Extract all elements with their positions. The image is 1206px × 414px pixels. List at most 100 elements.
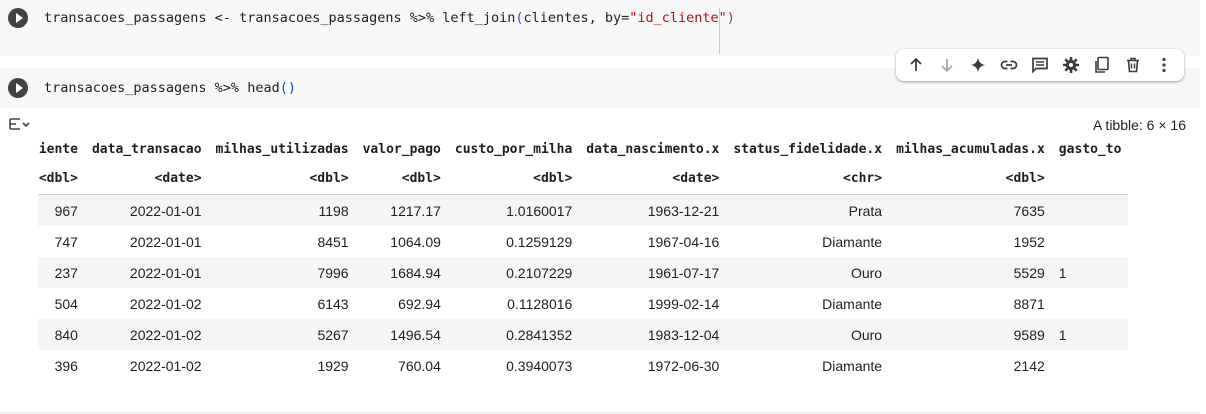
code-line[interactable]: transacoes_passagens <- transacoes_passa…	[44, 10, 735, 26]
table-cell: 5529	[889, 257, 1052, 288]
table-cell: 6143	[317, 295, 349, 312]
move-up-button[interactable]	[900, 49, 931, 81]
table-cell: 396	[54, 357, 78, 374]
tibble-table: liente data_transacao milhas_utilizadas …	[38, 136, 1129, 381]
table-cell: 8451	[317, 233, 349, 250]
play-icon	[15, 83, 23, 93]
table-cell: 0.3940073	[506, 357, 573, 374]
column-type: <date>	[84, 162, 209, 195]
column-type: <chr>	[726, 162, 890, 195]
column-type-row: <dbl> <date> <dbl> <dbl> <dbl> <date> <c…	[38, 162, 1129, 195]
run-cell-button[interactable]	[8, 78, 28, 98]
column-type: <dbl>	[38, 162, 85, 195]
tibble-dimensions-label: A tibble: 6 × 16	[1092, 117, 1186, 133]
settings-button[interactable]	[1056, 49, 1087, 81]
column-header: valor_pago	[362, 141, 441, 157]
column-type: <dbl>	[447, 162, 580, 195]
table-cell: 1983-12-04	[579, 319, 727, 350]
column-header: status_fidelidade.x	[733, 141, 883, 157]
table-cell: 7996	[208, 257, 356, 288]
table-cell: 1064.09	[390, 233, 441, 250]
table-cell	[1052, 226, 1129, 257]
table-cell: 760.04	[398, 357, 441, 374]
table-cell: 9589	[889, 319, 1052, 350]
table-cell: 0.1259129	[506, 233, 573, 250]
more-vert-icon	[1162, 57, 1167, 73]
table-cell: 8871	[1013, 295, 1045, 312]
table-cell: 1961-07-17	[579, 257, 727, 288]
table-cell: 2022-01-02	[129, 295, 202, 312]
cell-toolbar	[896, 49, 1184, 81]
trash-icon	[1127, 57, 1140, 73]
run-cell-button[interactable]	[8, 8, 28, 28]
table-cell: 2022-01-01	[84, 257, 209, 288]
mirror-cell-button[interactable]	[1087, 49, 1118, 81]
play-icon	[15, 13, 23, 23]
code-line[interactable]: transacoes_passagens %>% head()	[44, 80, 296, 96]
table-cell: 1198	[208, 194, 356, 226]
table-cell: 840	[38, 319, 85, 350]
table-cell: 1.0160017	[447, 194, 580, 226]
code-cell-1[interactable]: transacoes_passagens <- transacoes_passa…	[0, 0, 1200, 56]
column-header: milhas_acumuladas.x	[896, 141, 1045, 157]
table-cell: 7635	[889, 194, 1052, 226]
table-cell: 1217.17	[355, 194, 448, 226]
table-cell: 1929	[317, 357, 349, 374]
delete-cell-button[interactable]	[1118, 49, 1149, 81]
table-cell: 1963-12-21	[579, 194, 727, 226]
table-cell: 692.94	[398, 295, 441, 312]
table-cell: 1496.54	[355, 319, 448, 350]
sparkle-icon	[970, 57, 986, 73]
table-cell: 1	[1051, 319, 1129, 350]
table-cell: 1952	[1013, 233, 1045, 250]
table-cell: 2022-01-01	[129, 233, 202, 250]
table-cell: Diamante	[822, 295, 883, 312]
table-cell: Diamante	[822, 233, 883, 250]
table-row: 396 2022-01-02 1929 760.04 0.3940073 197…	[38, 350, 1128, 381]
table-cell: 0.2841352	[447, 319, 580, 350]
table-cell: Diamante	[822, 357, 883, 374]
table-cell: 1684.94	[355, 257, 448, 288]
comment-button[interactable]	[1024, 49, 1055, 81]
table-cell: 0.2107229	[447, 257, 580, 288]
table-cell: 5267	[208, 319, 356, 350]
column-type: <dbl>	[355, 162, 448, 195]
column-header: data_nascimento.x	[586, 141, 720, 157]
arrow-up-icon	[909, 57, 922, 71]
table-cell	[1052, 350, 1129, 381]
column-header: data_transacao	[91, 141, 202, 157]
mirror-cell-icon	[1095, 56, 1110, 73]
table-cell: 2022-01-02	[129, 357, 202, 374]
output-actions-icon[interactable]	[8, 116, 30, 136]
gear-icon	[1063, 57, 1080, 73]
column-type: <dbl>	[889, 162, 1052, 195]
column-header: custo_por_milha	[454, 141, 573, 157]
table-row: 747 2022-01-01 8451 1064.09 0.1259129 19…	[38, 226, 1128, 257]
column-type	[1051, 162, 1129, 195]
table-row: 237 2022-01-01 7996 1684.94 0.2107229 19…	[38, 257, 1129, 288]
table-cell	[1052, 288, 1129, 319]
table-cell: Ouro	[726, 257, 890, 288]
table-cell	[1051, 194, 1129, 226]
table-row: 840 2022-01-02 5267 1496.54 0.2841352 19…	[38, 319, 1129, 350]
table-cell: 1999-02-14	[647, 295, 720, 312]
table-row: 967 2022-01-01 1198 1217.17 1.0160017 19…	[38, 194, 1129, 226]
comment-icon	[1032, 57, 1048, 74]
table-cell: 2022-01-01	[84, 194, 209, 226]
copy-link-button[interactable]	[993, 49, 1024, 81]
column-header: milhas_utilizadas	[215, 141, 349, 157]
more-actions-button[interactable]	[1149, 49, 1180, 81]
text-cursor	[719, 8, 720, 54]
table-cell: 237	[38, 257, 85, 288]
table-cell: 504	[54, 295, 78, 312]
arrow-down-icon	[941, 59, 953, 73]
column-header: gasto_to	[1058, 141, 1122, 157]
table-cell: 967	[38, 194, 85, 226]
move-down-button[interactable]	[931, 49, 962, 81]
table-cell: 1972-06-30	[647, 357, 720, 374]
gemini-button[interactable]	[962, 49, 993, 81]
table-cell: 0.1128016	[507, 295, 573, 312]
table-cell: 2142	[1013, 357, 1045, 374]
output-table-container[interactable]: liente data_transacao milhas_utilizadas …	[38, 136, 1200, 382]
table-header-row: liente data_transacao milhas_utilizadas …	[38, 136, 1128, 162]
